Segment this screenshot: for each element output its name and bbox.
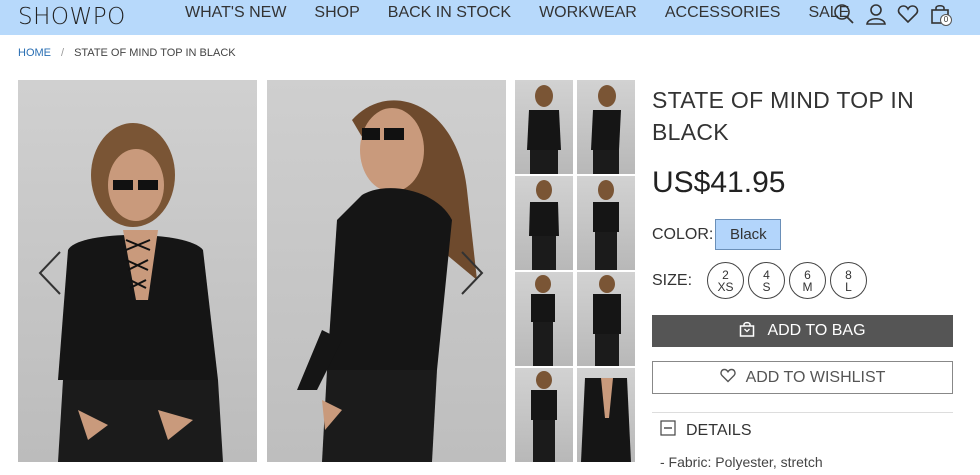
search-icon[interactable] bbox=[832, 2, 856, 26]
thumbnail-3[interactable] bbox=[515, 176, 573, 270]
size-letter: L bbox=[845, 279, 852, 294]
breadcrumb-separator: / bbox=[61, 47, 65, 59]
details-label: DETAILS bbox=[686, 421, 752, 439]
size-number: 2 bbox=[722, 267, 729, 282]
size-number: 4 bbox=[763, 267, 770, 282]
details-divider bbox=[652, 412, 953, 413]
size-selector: SIZE: 2 XS 4 S 6 M 8 L bbox=[652, 262, 867, 299]
thumbnail-6[interactable] bbox=[577, 272, 635, 366]
size-number: 6 bbox=[804, 267, 811, 282]
collapse-minus-icon bbox=[660, 420, 676, 441]
thumbnail-1[interactable] bbox=[515, 80, 573, 174]
thumbnail-5[interactable] bbox=[515, 272, 573, 366]
size-option-2-xs[interactable]: 2 XS bbox=[707, 262, 744, 299]
color-option-selected[interactable]: Black bbox=[715, 219, 782, 250]
size-option-8-l[interactable]: 8 L bbox=[830, 262, 867, 299]
thumbnail-gallery bbox=[515, 80, 635, 462]
color-label: COLOR: bbox=[652, 225, 714, 243]
showpo-logo[interactable]: SHOWPO bbox=[18, 3, 126, 31]
wishlist-heart-icon[interactable] bbox=[896, 2, 920, 26]
add-to-bag-label: ADD TO BAG bbox=[767, 322, 866, 339]
header-icons bbox=[832, 2, 952, 26]
thumbnail-8[interactable] bbox=[577, 368, 635, 462]
nav-whats-new[interactable]: WHAT'S NEW bbox=[185, 0, 286, 26]
nav-shop[interactable]: SHOP bbox=[314, 0, 359, 26]
add-to-wishlist-button[interactable]: ADD TO WISHLIST bbox=[652, 361, 953, 394]
nav-back-in-stock[interactable]: BACK IN STOCK bbox=[388, 0, 511, 26]
thumbnail-4[interactable] bbox=[577, 176, 635, 270]
size-letter: S bbox=[762, 279, 771, 294]
thumbnail-7[interactable] bbox=[515, 368, 573, 462]
previous-image-arrow[interactable] bbox=[34, 248, 66, 298]
size-options: 2 XS 4 S 6 M 8 L bbox=[707, 262, 867, 299]
shopping-bag-icon bbox=[739, 321, 755, 342]
size-option-4-s[interactable]: 4 S bbox=[748, 262, 785, 299]
product-price: US$41.95 bbox=[652, 166, 786, 199]
size-number: 8 bbox=[845, 267, 852, 282]
add-to-wishlist-label: ADD TO WISHLIST bbox=[745, 368, 886, 386]
next-image-arrow[interactable] bbox=[456, 248, 488, 298]
add-to-bag-button[interactable]: ADD TO BAG bbox=[652, 315, 953, 347]
breadcrumb-current: STATE OF MIND TOP IN BLACK bbox=[74, 47, 236, 59]
breadcrumb: HOME / STATE OF MIND TOP IN BLACK bbox=[18, 47, 236, 59]
color-selector: COLOR: Black bbox=[652, 219, 782, 250]
account-icon[interactable] bbox=[864, 2, 888, 26]
size-label: SIZE: bbox=[652, 271, 693, 289]
nav-workwear[interactable]: WORKWEAR bbox=[539, 0, 637, 26]
heart-icon bbox=[719, 368, 736, 388]
size-letter: M bbox=[802, 279, 813, 294]
details-accordion-toggle[interactable]: DETAILS bbox=[660, 420, 752, 441]
cart-count-badge: 0 bbox=[940, 14, 952, 26]
main-nav: WHAT'S NEW SHOP BACK IN STOCK WORKWEAR A… bbox=[185, 0, 877, 26]
details-fabric-line: - Fabric: Polyester, stretch bbox=[660, 454, 823, 470]
size-letter: XS bbox=[717, 279, 734, 294]
thumbnail-2[interactable] bbox=[577, 80, 635, 174]
nav-accessories[interactable]: ACCESSORIES bbox=[665, 0, 781, 26]
top-navigation-bar: SHOWPO WHAT'S NEW SHOP BACK IN STOCK WOR… bbox=[0, 0, 980, 35]
product-title: STATE OF MIND TOP IN BLACK bbox=[652, 87, 915, 145]
breadcrumb-home-link[interactable]: HOME bbox=[18, 47, 51, 59]
size-option-6-m[interactable]: 6 M bbox=[789, 262, 826, 299]
